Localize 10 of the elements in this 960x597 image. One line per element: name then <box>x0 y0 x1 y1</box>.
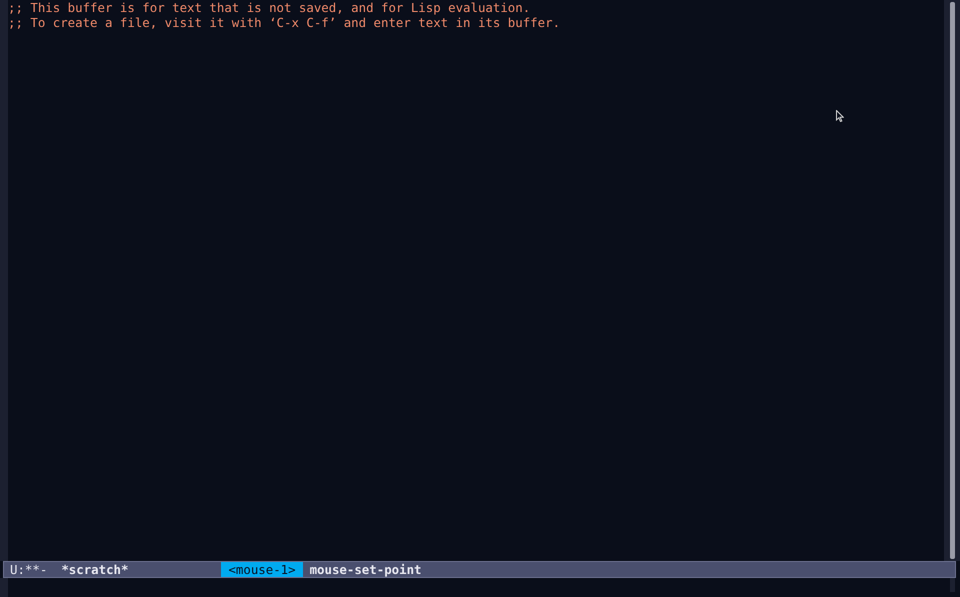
command-name: mouse-set-point <box>310 562 422 577</box>
buffer-status: U:**- <box>10 562 48 577</box>
mouse-pointer-icon <box>836 110 844 122</box>
left-gutter <box>0 578 8 597</box>
comment-line: ;; To create a file, visit it with ‘C-x C-f’ and enter text in its buffer. <box>8 15 560 30</box>
comment-line: ;; This buffer is for text that is not saved, and for Lisp evaluation. <box>8 0 530 15</box>
buffer-name: *scratch* <box>61 562 128 577</box>
scrollbar-track <box>950 578 954 592</box>
scrollbar[interactable] <box>950 2 954 559</box>
key-binding: <mouse-1> <box>221 562 303 577</box>
